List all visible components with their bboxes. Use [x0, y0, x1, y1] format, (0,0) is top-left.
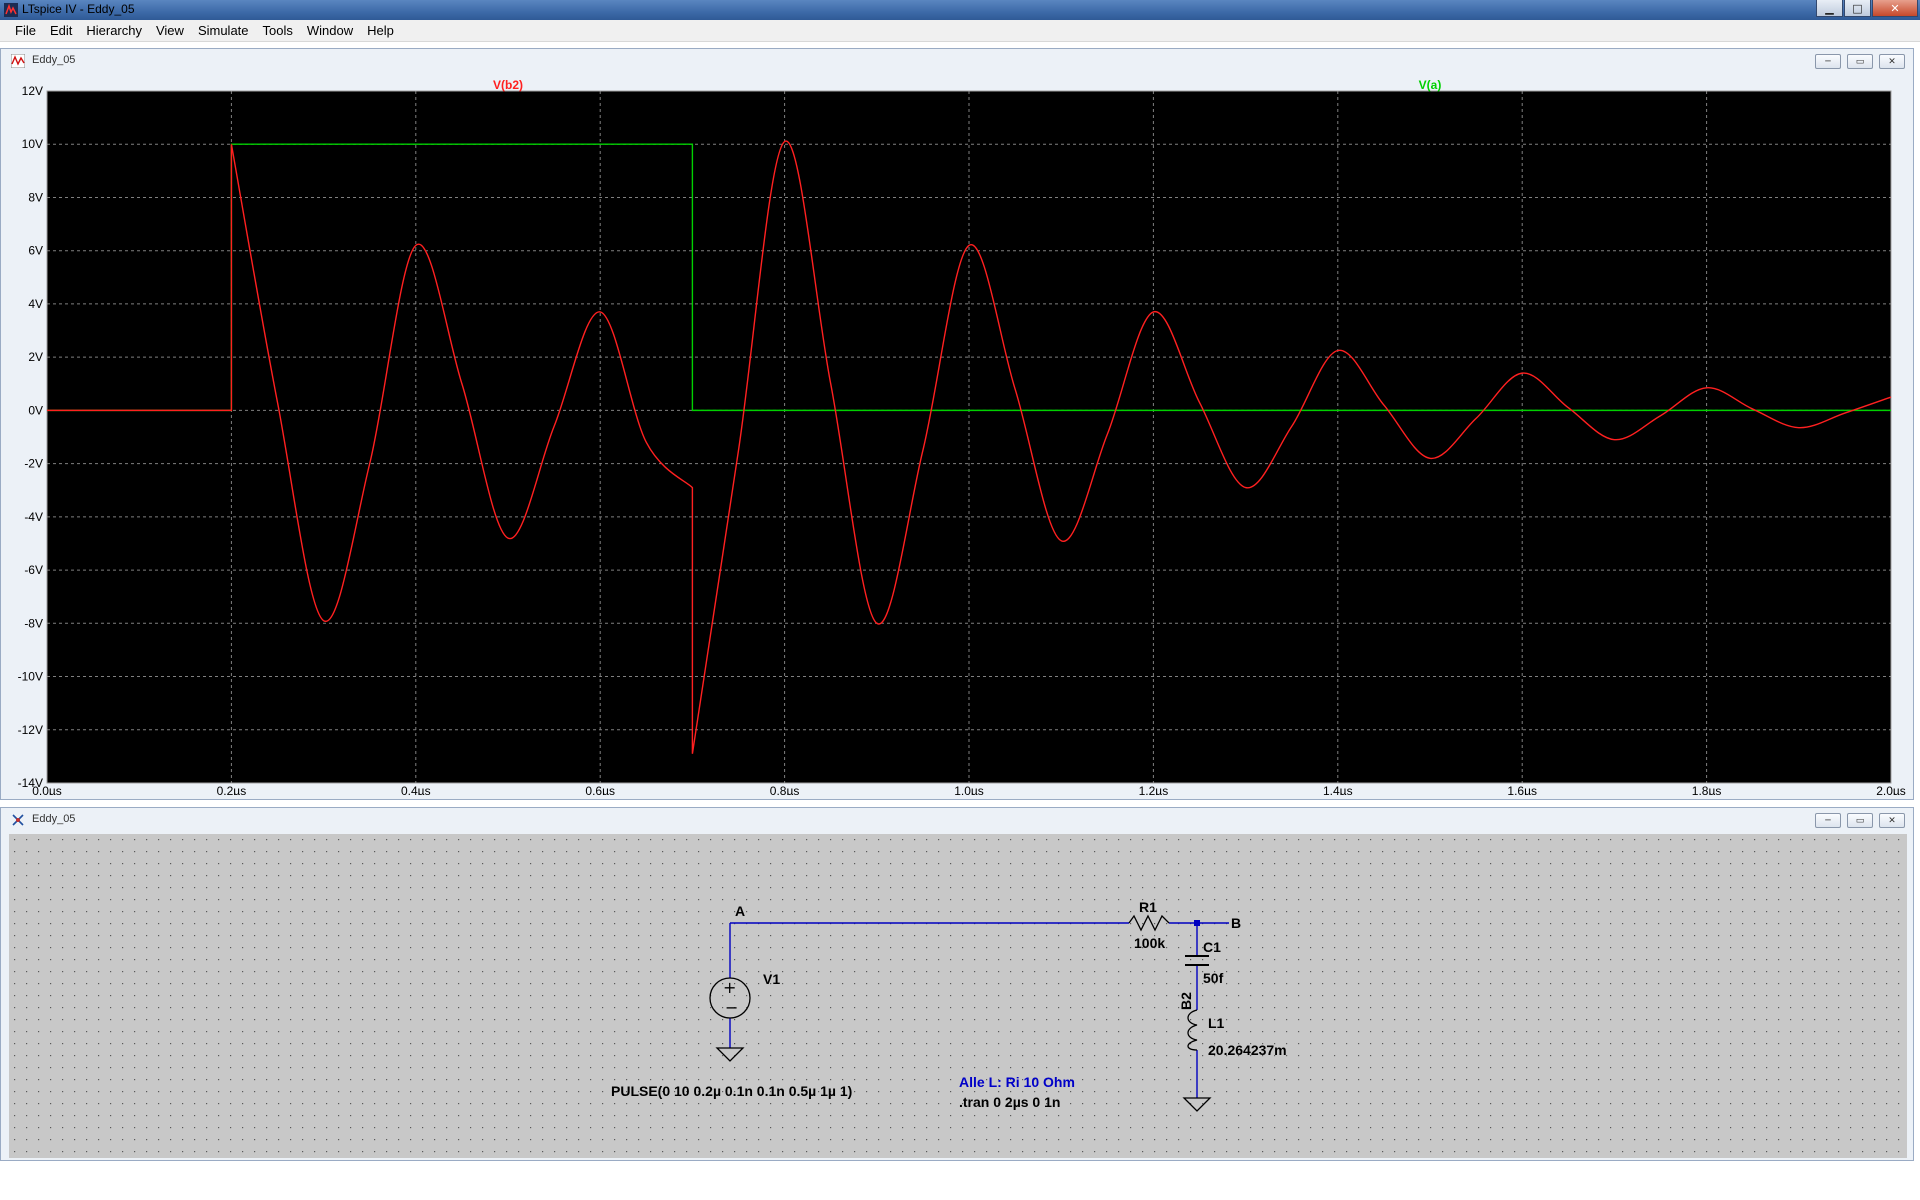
y-tick-label: -8V	[24, 616, 43, 630]
maximize-button[interactable]: □	[1844, 0, 1871, 17]
x-tick-label: 1.6µs	[1507, 784, 1537, 795]
r1-value-label[interactable]: 100k	[1134, 935, 1165, 951]
schematic-restore-button[interactable]: ▭	[1847, 813, 1873, 828]
schematic-window-titlebar[interactable]: Eddy_05 ─ ▭ ✕	[1, 808, 1913, 832]
y-tick-label: 2V	[28, 350, 43, 364]
waveform-minimize-button[interactable]: ─	[1815, 54, 1841, 69]
c1-value-label[interactable]: 50f	[1203, 970, 1224, 986]
y-tick-label: -2V	[24, 457, 43, 471]
menu-view[interactable]: View	[149, 23, 191, 38]
y-tick-label: -6V	[24, 563, 43, 577]
menu-help[interactable]: Help	[360, 23, 401, 38]
ltspice-app-icon	[4, 3, 18, 17]
app-titlebar[interactable]: LTspice IV - Eddy_05 ▁ □ ✕	[0, 0, 1920, 20]
y-tick-label: 6V	[28, 244, 43, 258]
menu-bar: File Edit Hierarchy View Simulate Tools …	[0, 20, 1920, 42]
c1-name-label[interactable]: C1	[1203, 939, 1221, 955]
menu-tools[interactable]: Tools	[256, 23, 300, 38]
x-tick-label: 0.2µs	[217, 784, 247, 795]
y-tick-label: -10V	[18, 670, 43, 684]
net-label-b[interactable]: B	[1231, 915, 1241, 931]
x-tick-label: 0.4µs	[401, 784, 431, 795]
minimize-button[interactable]: ▁	[1816, 0, 1843, 17]
schematic-close-button[interactable]: ✕	[1879, 813, 1905, 828]
l1-name-label[interactable]: L1	[1208, 1015, 1225, 1031]
y-tick-label: 12V	[22, 84, 43, 98]
spice-directive[interactable]: .tran 0 2µs 0 1n	[959, 1094, 1060, 1110]
svg-text:−: −	[725, 998, 738, 1017]
svg-text:+: +	[723, 978, 736, 997]
schematic-canvas[interactable]: + − A B R1 100k C1 50f B2 L1 20.264237m …	[9, 834, 1907, 1158]
l1-value-label[interactable]: 20.264237m	[1208, 1042, 1287, 1058]
schematic-window-controls: ─ ▭ ✕	[1815, 813, 1905, 828]
menu-simulate[interactable]: Simulate	[191, 23, 256, 38]
x-tick-label: 0.8µs	[770, 784, 800, 795]
schematic-icon	[12, 814, 24, 826]
window-title: LTspice IV - Eddy_05	[22, 2, 135, 16]
x-tick-label: 1.2µs	[1139, 784, 1169, 795]
waveform-close-button[interactable]: ✕	[1879, 54, 1905, 69]
y-tick-label: 0V	[28, 403, 43, 417]
r1-name-label[interactable]: R1	[1139, 899, 1157, 915]
schematic-grid	[9, 834, 1907, 1158]
y-tick-label: 4V	[28, 297, 43, 311]
waveform-window-title: Eddy_05	[32, 54, 76, 66]
comment-text[interactable]: Alle L: Ri 10 Ohm	[959, 1074, 1075, 1090]
waveform-restore-button[interactable]: ▭	[1847, 54, 1873, 69]
x-tick-label: 0.6µs	[585, 784, 615, 795]
trace-label-0[interactable]: V(b2)	[493, 78, 523, 92]
x-tick-label: 1.4µs	[1323, 784, 1353, 795]
schematic-window-title: Eddy_05	[32, 813, 76, 825]
menu-file[interactable]: File	[8, 23, 43, 38]
waveform-window[interactable]: Eddy_05 ─ ▭ ✕ 12V 10V 8V 6V 4V 2V 0V -2V -4V -6V -…	[0, 48, 1914, 800]
waveform-icon	[11, 54, 25, 68]
mdi-workspace: Eddy_05 ─ ▭ ✕ 12V 10V 8V 6V 4V 2V 0V -2V -4V -6V -…	[0, 43, 1920, 1200]
y-tick-label: -12V	[18, 723, 43, 737]
schematic-minimize-button[interactable]: ─	[1815, 813, 1841, 828]
menu-edit[interactable]: Edit	[43, 23, 79, 38]
x-tick-label: 1.8µs	[1692, 784, 1722, 795]
waveform-window-titlebar[interactable]: Eddy_05 ─ ▭ ✕	[1, 49, 1913, 73]
junction-dot	[1194, 920, 1200, 926]
x-tick-label: 2.0µs	[1876, 784, 1906, 795]
menu-hierarchy[interactable]: Hierarchy	[79, 23, 149, 38]
y-tick-label: 10V	[22, 137, 43, 151]
waveform-plot[interactable]: 12V10V8V6V4V2V0V-2V-4V-6V-8V-10V-12V-14V…	[7, 77, 1907, 795]
y-tick-label: -4V	[24, 510, 43, 524]
v1-value-label[interactable]: PULSE(0 10 0.2µ 0.1n 0.1n 0.5µ 1µ 1)	[611, 1083, 852, 1099]
net-label-a[interactable]: A	[735, 903, 745, 919]
window-controls: ▁ □ ✕	[1816, 0, 1918, 18]
x-tick-label: 1.0µs	[954, 784, 984, 795]
b2-net-label[interactable]: B2	[1178, 992, 1194, 1010]
x-tick-label: 0.0µs	[32, 784, 62, 795]
v1-name-label[interactable]: V1	[763, 971, 780, 987]
trace-label-1[interactable]: V(a)	[1419, 78, 1442, 92]
schematic-window[interactable]: Eddy_05 ─ ▭ ✕ + − A B R1 100k C1 50f B2 …	[0, 807, 1914, 1161]
waveform-window-controls: ─ ▭ ✕	[1815, 54, 1905, 69]
menu-window[interactable]: Window	[300, 23, 360, 38]
close-button[interactable]: ✕	[1872, 0, 1918, 17]
y-tick-label: 8V	[28, 190, 43, 204]
